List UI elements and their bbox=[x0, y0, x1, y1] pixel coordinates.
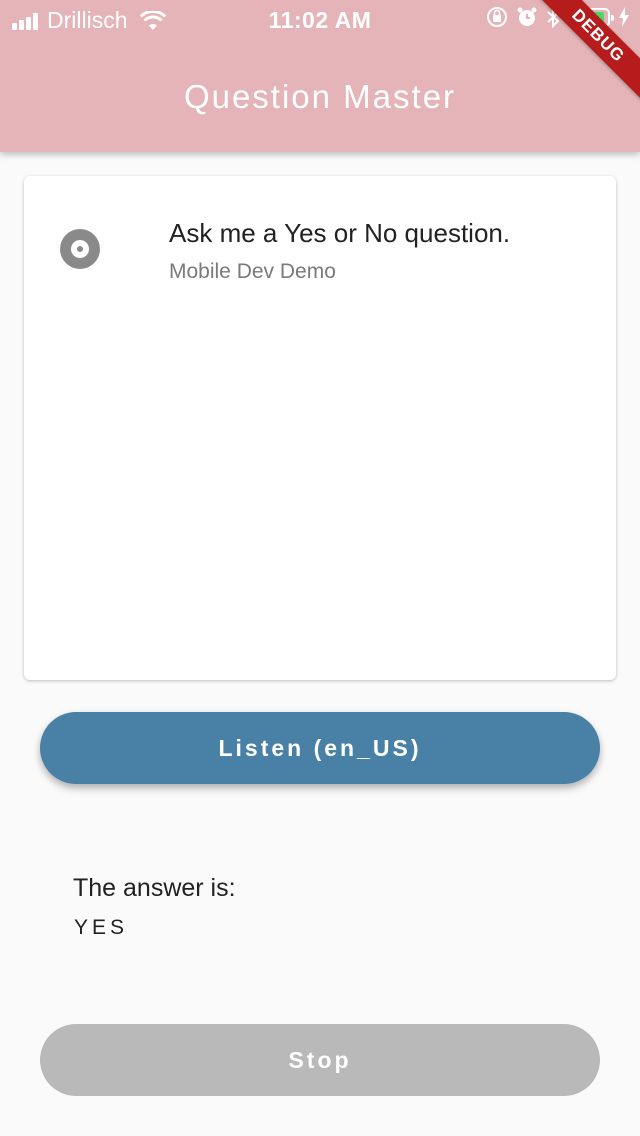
stop-button[interactable]: Stop bbox=[40, 1024, 600, 1096]
app-title: Question Master bbox=[183, 78, 457, 115]
alarm-icon bbox=[517, 7, 537, 26]
card-subtitle: Mobile Dev Demo bbox=[169, 260, 336, 283]
question-card: Ask me a Yes or No question. Mobile Dev … bbox=[24, 176, 616, 680]
listen-button[interactable]: Listen (en_US) bbox=[40, 712, 600, 784]
answer-label: The answer is: bbox=[73, 874, 236, 902]
charging-bolt-icon bbox=[619, 7, 629, 27]
record-icon bbox=[60, 229, 100, 269]
card-title: Ask me a Yes or No question. bbox=[169, 218, 511, 248]
app-bar: Drillisch 11:02 AM Question Master DEBUG bbox=[0, 0, 640, 152]
status-bar: Drillisch 11:02 AM bbox=[0, 0, 640, 40]
orientation-lock-icon bbox=[487, 7, 507, 27]
answer-value: YES bbox=[74, 916, 129, 939]
